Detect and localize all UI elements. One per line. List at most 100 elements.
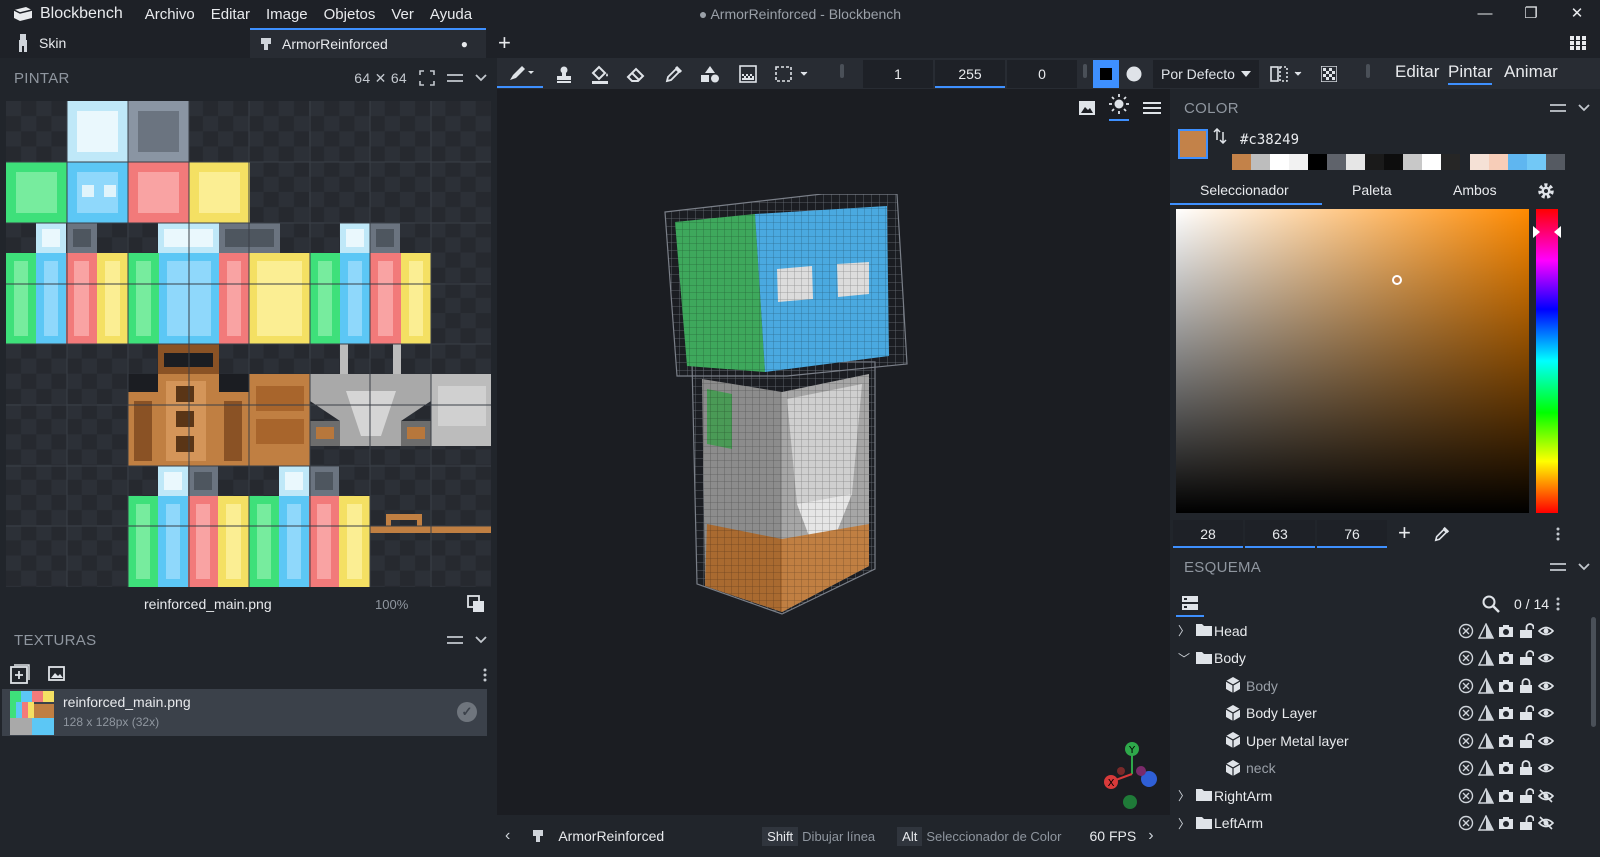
chevron-down-icon[interactable] [1578, 563, 1590, 571]
history-swatch[interactable] [1346, 154, 1365, 170]
fullscreen-icon[interactable] [419, 70, 435, 86]
eye-icon[interactable] [1538, 678, 1554, 694]
copy-icon[interactable] [466, 594, 486, 614]
menu-archivo[interactable]: Archivo [137, 6, 203, 23]
export-toggle-icon[interactable] [1458, 678, 1474, 694]
unlock-icon[interactable] [1518, 622, 1534, 639]
eye-icon[interactable] [1538, 760, 1554, 776]
menu-ver[interactable]: Ver [383, 6, 422, 23]
start-screen-icon[interactable] [1570, 28, 1586, 58]
camera-icon[interactable] [1498, 788, 1514, 804]
shading-toggle-icon[interactable] [1478, 677, 1494, 694]
shading-toggle-icon[interactable] [1478, 760, 1494, 776]
shading-toggle-icon[interactable] [1478, 732, 1494, 749]
chevron-down-icon[interactable] [475, 74, 487, 82]
camera-icon[interactable] [1498, 650, 1514, 666]
menu-editar[interactable]: Editar [203, 6, 258, 23]
chevron-down-icon[interactable]: ﹀ [1178, 650, 1190, 667]
history-swatch[interactable] [1365, 154, 1384, 170]
camera-icon[interactable] [1498, 733, 1514, 749]
value-input[interactable]: 76 [1317, 520, 1387, 548]
camera-icon[interactable] [1498, 678, 1514, 694]
camera-icon[interactable] [1498, 815, 1514, 831]
camera-icon[interactable] [1498, 623, 1514, 639]
history-swatch[interactable] [1403, 154, 1422, 170]
history-swatch[interactable] [1508, 154, 1527, 170]
chevron-left-icon[interactable]: ‹ [505, 827, 510, 845]
export-toggle-icon[interactable] [1458, 815, 1474, 831]
add-group-button[interactable] [1176, 591, 1204, 617]
outliner-cube[interactable]: neck [1170, 755, 1560, 782]
unlock-icon[interactable] [1518, 815, 1534, 831]
close-button[interactable]: ✕ [1554, 0, 1600, 28]
3d-viewport[interactable]: Y X [497, 89, 1170, 815]
history-swatch[interactable] [1489, 154, 1508, 170]
history-swatch[interactable] [1232, 154, 1251, 170]
swap-colors-icon[interactable] [1213, 128, 1227, 144]
eye-icon[interactable] [1538, 623, 1554, 639]
hue-slider[interactable] [1533, 209, 1561, 513]
outliner-cube[interactable]: Body Layer [1170, 700, 1560, 727]
fill-tool[interactable] [589, 61, 611, 87]
unsaved-indicator[interactable]: ● [461, 37, 468, 51]
tab-skin[interactable]: Skin [16, 28, 66, 58]
outliner-group[interactable]: ﹀ Body [1170, 645, 1560, 672]
lock-alpha-button[interactable] [1317, 61, 1341, 87]
shading-toggle-icon[interactable] [1478, 815, 1494, 831]
chevron-right-icon[interactable]: 〉 [1178, 622, 1190, 639]
menu-ayuda[interactable]: Ayuda [422, 6, 480, 23]
texture-item[interactable]: reinforced_main.png 128 x 128px (32x) ✓ [2, 689, 487, 736]
more-options-icon[interactable] [483, 668, 487, 682]
tab-palette[interactable]: Paleta [1352, 182, 1392, 198]
hue-handle-left[interactable] [1533, 226, 1540, 238]
tab-armor-reinforced[interactable]: ArmorReinforced ● [250, 28, 486, 58]
history-swatch[interactable] [1470, 154, 1489, 170]
history-swatch[interactable] [1308, 154, 1327, 170]
panel-menu-icon[interactable] [447, 72, 463, 84]
chevron-down-icon[interactable] [1578, 104, 1590, 112]
chevron-right-icon[interactable]: 〉 [1178, 815, 1190, 832]
gear-icon[interactable] [1536, 181, 1556, 201]
round-brush-button[interactable] [1121, 61, 1147, 87]
add-color-button[interactable]: + [1398, 520, 1411, 546]
eye-icon[interactable] [1538, 650, 1554, 666]
hue-input[interactable]: 28 [1173, 520, 1243, 548]
stamp-tool[interactable] [553, 61, 575, 87]
add-texture-icon[interactable] [10, 664, 30, 684]
hue-handle-right[interactable] [1554, 226, 1561, 238]
image-icon[interactable] [1079, 100, 1095, 115]
opacity-input[interactable]: 255 [935, 60, 1005, 88]
panel-menu-icon[interactable] [447, 634, 463, 646]
selection-tool[interactable] [773, 61, 813, 87]
armor-model[interactable] [647, 194, 917, 634]
minimize-button[interactable]: — [1462, 0, 1508, 28]
outliner-group[interactable]: 〉 Head [1170, 617, 1560, 644]
history-swatch[interactable] [1527, 154, 1546, 170]
shading-toggle-icon[interactable] [1478, 787, 1494, 804]
history-swatch[interactable] [1327, 154, 1346, 170]
brush-size-input[interactable]: 1 [863, 60, 933, 88]
more-options-icon[interactable] [1556, 597, 1560, 611]
mode-animate[interactable]: Animar [1504, 62, 1558, 82]
drag-handle-icon[interactable] [1083, 64, 1087, 78]
axis-gizmo[interactable]: Y X [1097, 739, 1167, 809]
uv-editor-canvas[interactable] [6, 101, 491, 587]
brush-tool[interactable] [497, 60, 543, 88]
eye-off-icon[interactable] [1538, 788, 1554, 804]
picker-handle[interactable] [1392, 275, 1402, 285]
history-swatch[interactable] [1384, 154, 1403, 170]
history-swatch[interactable] [1289, 154, 1308, 170]
viewport-menu-icon[interactable] [1143, 101, 1161, 115]
drag-handle-icon[interactable] [1366, 64, 1370, 78]
shading-toggle-icon[interactable] [1478, 705, 1494, 721]
shading-toggle-icon[interactable] [1478, 622, 1494, 639]
history-swatch[interactable] [1546, 154, 1565, 170]
export-toggle-icon[interactable] [1458, 788, 1474, 804]
chevron-right-icon[interactable]: › [1148, 827, 1153, 845]
import-texture-icon[interactable] [48, 664, 66, 682]
chevron-down-icon[interactable] [475, 636, 487, 644]
main-color-swatch[interactable] [1178, 129, 1208, 159]
history-swatch[interactable] [1441, 154, 1460, 170]
sun-icon[interactable] [1109, 94, 1129, 114]
history-swatch[interactable] [1270, 154, 1289, 170]
